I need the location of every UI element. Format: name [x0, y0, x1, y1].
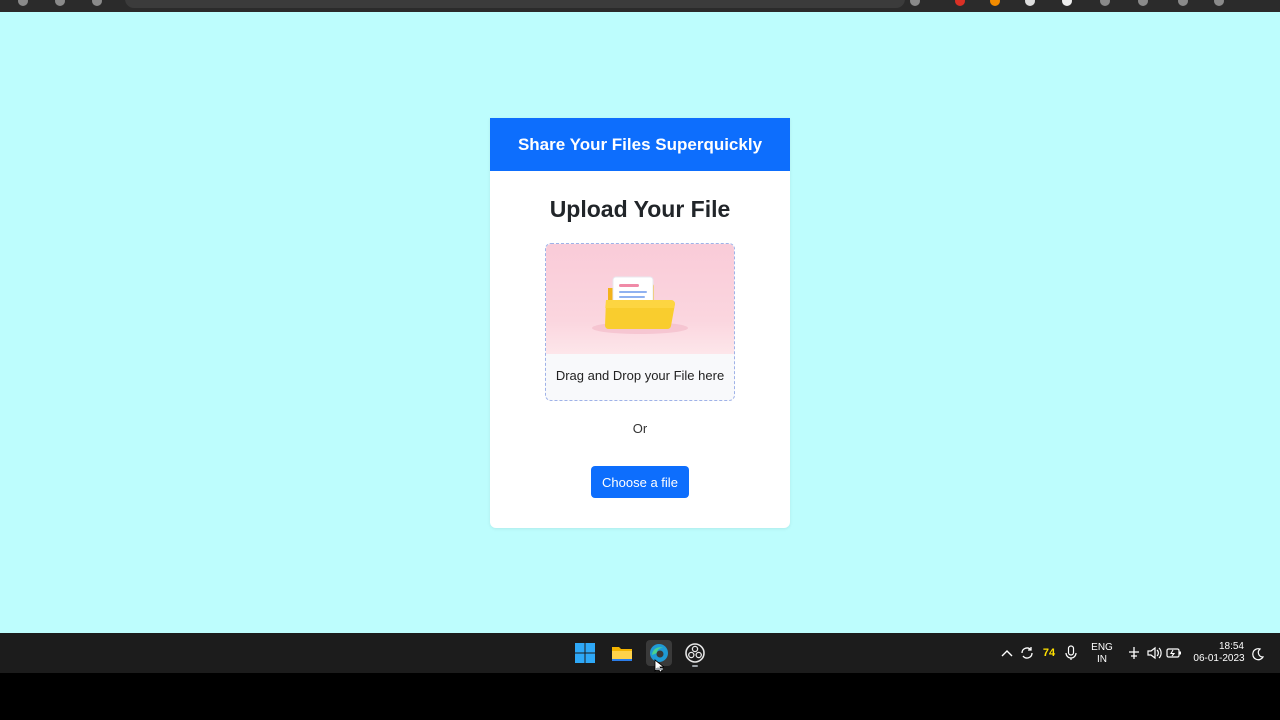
battery-icon[interactable] [1166, 645, 1182, 661]
language-line-2: IN [1097, 654, 1107, 665]
file-explorer-icon[interactable] [610, 641, 634, 665]
volume-icon[interactable] [1146, 645, 1162, 661]
toolbar-icon-6[interactable] [1100, 0, 1110, 6]
edge-browser-icon[interactable] [646, 640, 672, 673]
profile-avatar[interactable] [1214, 0, 1224, 6]
mouse-cursor-icon [654, 659, 664, 673]
taskbar: 74 ENG IN 18:54 06-01-2023 [0, 633, 1280, 673]
obs-studio-icon[interactable] [683, 641, 707, 667]
toolbar-icon-7[interactable] [1138, 0, 1148, 6]
moon-icon[interactable] [1251, 646, 1265, 661]
tray-badge[interactable]: 74 [1040, 647, 1058, 659]
microphone-icon[interactable] [1064, 645, 1078, 661]
choose-file-button[interactable]: Choose a file [591, 466, 689, 498]
address-bar[interactable] [125, 0, 905, 8]
toolbar-icon-3[interactable] [990, 0, 1000, 6]
network-icon[interactable] [1126, 645, 1142, 661]
clock-date: 06-01-2023 [1193, 653, 1245, 664]
toolbar-icon-8[interactable] [1178, 0, 1188, 6]
toolbar-icon-1[interactable] [910, 0, 920, 6]
sync-icon[interactable] [1019, 645, 1035, 661]
refresh-icon[interactable] [55, 0, 65, 6]
browser-toolbar [0, 0, 1280, 12]
clock-time: 18:54 [1218, 641, 1244, 652]
drop-zone-text: Drag and Drop your File here [555, 368, 725, 383]
toolbar-icon-5[interactable] [1062, 0, 1072, 6]
or-separator: Or [632, 421, 648, 436]
page-viewport: Share Your Files Superquickly Upload You… [0, 12, 1280, 633]
toolbar-icon-4[interactable] [1025, 0, 1035, 6]
language-indicator[interactable]: ENG IN [1088, 642, 1116, 666]
chevron-up-icon[interactable] [1000, 646, 1014, 660]
card-title: Upload Your File [549, 196, 731, 222]
language-line-1: ENG [1091, 642, 1113, 653]
back-icon[interactable] [18, 0, 28, 6]
folder-with-document-icon [546, 244, 734, 354]
windows-start-icon[interactable] [573, 641, 597, 665]
extensions-icon[interactable] [92, 0, 102, 6]
upload-card: Share Your Files Superquickly Upload You… [490, 118, 790, 528]
card-header: Share Your Files Superquickly [490, 118, 790, 171]
toolbar-icon-2[interactable] [955, 0, 965, 6]
clock[interactable]: 18:54 06-01-2023 [1190, 641, 1248, 665]
screen-border [0, 673, 1280, 720]
drop-zone[interactable]: Drag and Drop your File here [545, 243, 735, 401]
